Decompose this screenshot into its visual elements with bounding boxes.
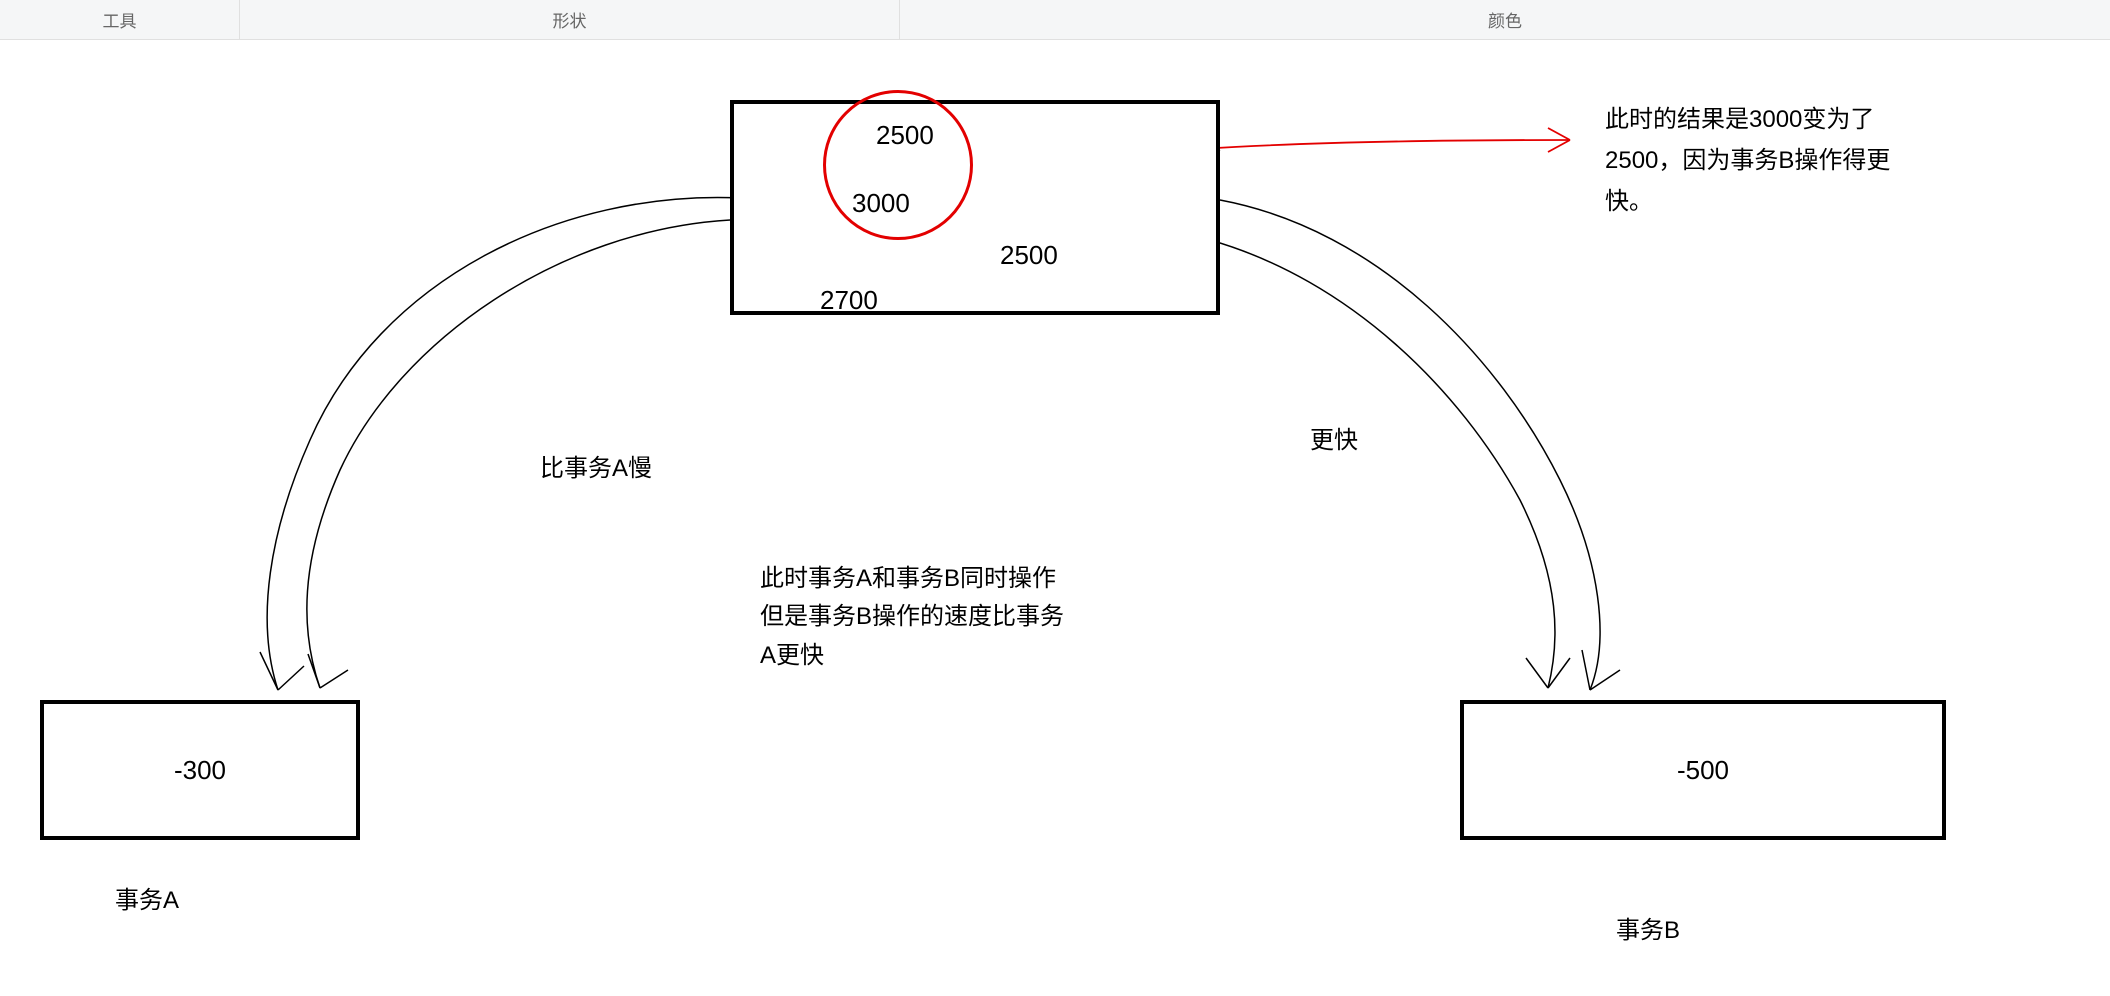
ribbon-label-tools: 工具 xyxy=(103,7,137,32)
highlight-circle xyxy=(823,90,973,240)
ribbon-section-shapes[interactable]: 形状 xyxy=(240,0,900,39)
label-faster: 更快 xyxy=(1310,420,1358,455)
center-note-line1: 此时事务A和事务B同时操作 xyxy=(760,560,1064,598)
transaction-b-label: 事务B xyxy=(1616,910,1680,945)
right-note-line3: 快。 xyxy=(1605,182,1925,223)
value-2700: 2700 xyxy=(820,285,878,316)
transaction-a-box: -300 xyxy=(40,700,360,840)
right-note: 此时的结果是3000变为了 2500，因为事务B操作得更 快。 xyxy=(1605,100,1925,222)
ribbon-section-colors[interactable]: 颜色 xyxy=(900,0,2110,39)
transaction-a-value: -300 xyxy=(174,755,226,786)
center-note-line3: A更快 xyxy=(760,637,1064,675)
center-note-line2: 但是事务B操作的速度比事务 xyxy=(760,598,1064,636)
ribbon-label-colors: 颜色 xyxy=(1488,7,1522,32)
center-note: 此时事务A和事务B同时操作 但是事务B操作的速度比事务 A更快 xyxy=(760,560,1064,675)
transaction-b-value: -500 xyxy=(1677,755,1729,786)
label-slower: 比事务A慢 xyxy=(540,448,652,483)
right-note-line1: 此时的结果是3000变为了 xyxy=(1605,100,1925,141)
transaction-b-box: -500 xyxy=(1460,700,1946,840)
drawing-canvas[interactable]: 2500 3000 2500 2700 -300 事务A -500 事务B 比事… xyxy=(0,40,2110,996)
value-2500-b: 2500 xyxy=(1000,240,1058,271)
top-data-box xyxy=(730,100,1220,315)
ribbon-section-tools[interactable]: 工具 xyxy=(0,0,240,39)
right-note-line2: 2500，因为事务B操作得更 xyxy=(1605,141,1925,182)
ribbon-label-shapes: 形状 xyxy=(553,7,587,32)
ribbon-bar: 工具 形状 颜色 xyxy=(0,0,2110,40)
transaction-a-label: 事务A xyxy=(115,880,179,915)
